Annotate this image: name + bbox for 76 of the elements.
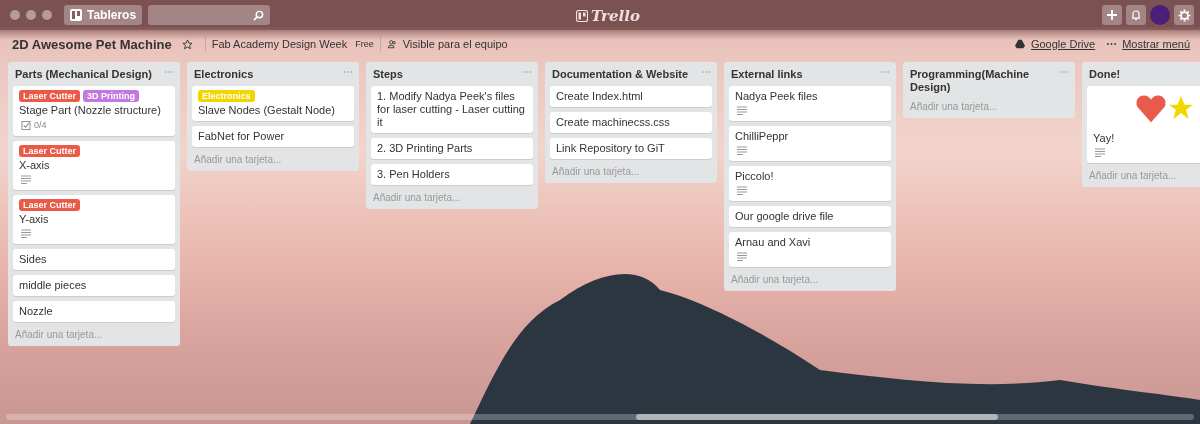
card[interactable]: Laser Cutter Y-axis	[13, 195, 175, 244]
board-title[interactable]: 2D Awesome Pet Machine	[12, 36, 172, 52]
settings-button[interactable]	[1174, 5, 1194, 25]
card-label: Laser Cutter	[19, 199, 80, 211]
scrollbar[interactable]	[6, 414, 1194, 420]
drive-icon	[1014, 39, 1025, 49]
search-icon	[253, 9, 265, 21]
card[interactable]: FabNet for Power	[192, 126, 354, 147]
card-title: Create Index.html	[556, 90, 644, 103]
card-title: Sides	[19, 253, 48, 266]
checklist-icon	[21, 120, 31, 130]
list-title[interactable]: Electronics	[194, 68, 254, 81]
team-icon	[386, 39, 397, 49]
card-title: 3. Pen Holders	[377, 168, 451, 181]
list-title[interactable]: Documentation & Website	[552, 68, 689, 81]
card[interactable]: Sides	[13, 249, 175, 270]
card-label: Electronics	[198, 90, 255, 102]
card[interactable]: Yay!	[1087, 86, 1200, 163]
list-title[interactable]: External links	[731, 68, 803, 81]
card[interactable]: Arnau and Xavi	[729, 232, 891, 267]
star-icon[interactable]	[181, 38, 193, 50]
card[interactable]: Link Repository to GiT	[550, 138, 712, 159]
card-title: X-axis	[19, 159, 51, 172]
card[interactable]: Electronics Slave Nodes (Gestalt Node)	[192, 86, 354, 121]
plus-icon	[1106, 9, 1118, 21]
card-title: Y-axis	[19, 213, 50, 226]
card[interactable]: Laser Cutter X-axis	[13, 141, 175, 190]
card-title: middle pieces	[19, 279, 88, 292]
search-field[interactable]	[148, 5, 271, 25]
bell-icon	[1130, 9, 1142, 21]
card[interactable]: Nadya Peek files	[729, 86, 891, 121]
card-title: FabNet for Power	[198, 130, 286, 143]
add-button[interactable]	[1102, 5, 1122, 25]
card-title: Our google drive file	[735, 210, 835, 223]
visibility-button[interactable]: Visible para el equipo	[402, 38, 508, 50]
list-title[interactable]: Steps	[373, 68, 403, 81]
card-title: Nozzle	[19, 305, 54, 318]
card-title: Piccolo!	[735, 170, 775, 183]
card[interactable]: Create Index.html	[550, 86, 712, 107]
card[interactable]: 2. 3D Printing Parts	[371, 138, 533, 159]
board-icon	[70, 9, 82, 21]
card-title: ChilliPeppr	[735, 130, 790, 143]
team-name[interactable]: Fab Academy Design Week	[211, 38, 348, 50]
card-title: Yay!	[1093, 132, 1116, 145]
card-title: Stage Part (Nozzle structure)	[19, 104, 162, 117]
card-title: Arnau and Xavi	[735, 236, 812, 249]
plan-label: Free	[355, 39, 374, 49]
list-title[interactable]: Done!	[1089, 68, 1121, 81]
show-menu-link[interactable]: Mostrar menú	[1122, 38, 1190, 50]
card[interactable]: 3. Pen Holders	[371, 164, 533, 185]
card[interactable]: 1. Modify Nadya Peek's files for laser cutting - Laser cutting it	[371, 86, 533, 133]
card-label: Laser Cutter	[19, 145, 80, 157]
card-title: Create machinecss.css	[556, 116, 671, 129]
google-drive-link[interactable]: Google Drive	[1030, 38, 1096, 50]
card[interactable]: middle pieces	[13, 275, 175, 296]
notifications-button[interactable]	[1126, 5, 1146, 25]
list-title[interactable]: Parts (Mechanical Design)	[15, 68, 152, 81]
card-label: 3D Printing	[83, 90, 140, 102]
card[interactable]: Piccolo!	[729, 166, 891, 201]
settings-icon	[1177, 8, 1191, 22]
avatar-icon[interactable]	[1150, 5, 1170, 25]
card-title: 2. 3D Printing Parts	[377, 142, 474, 155]
card-label: Laser Cutter	[19, 90, 80, 102]
card[interactable]: Create machinecss.css	[550, 112, 712, 133]
card-title: 1. Modify Nadya Peek's files for laser cutting - Laser cutting it	[377, 90, 526, 129]
card[interactable]: Our google drive file	[729, 206, 891, 227]
checklist-count: 0/4	[34, 120, 47, 130]
logo-icon	[576, 10, 588, 22]
list-title[interactable]: Programming(Machine Design)	[910, 68, 1050, 94]
card-title: Link Repository to GiT	[556, 142, 666, 155]
card[interactable]: ChilliPeppr	[729, 126, 891, 161]
card-title: Slave Nodes (Gestalt Node)	[198, 104, 336, 117]
card-title: Nadya Peek files	[735, 90, 819, 103]
card[interactable]: Laser Cutter 3D Printing Stage Part (Nozzle structure) 0/4	[13, 86, 175, 136]
logo-text: Trello	[591, 7, 640, 25]
card[interactable]: Nozzle	[13, 301, 175, 322]
